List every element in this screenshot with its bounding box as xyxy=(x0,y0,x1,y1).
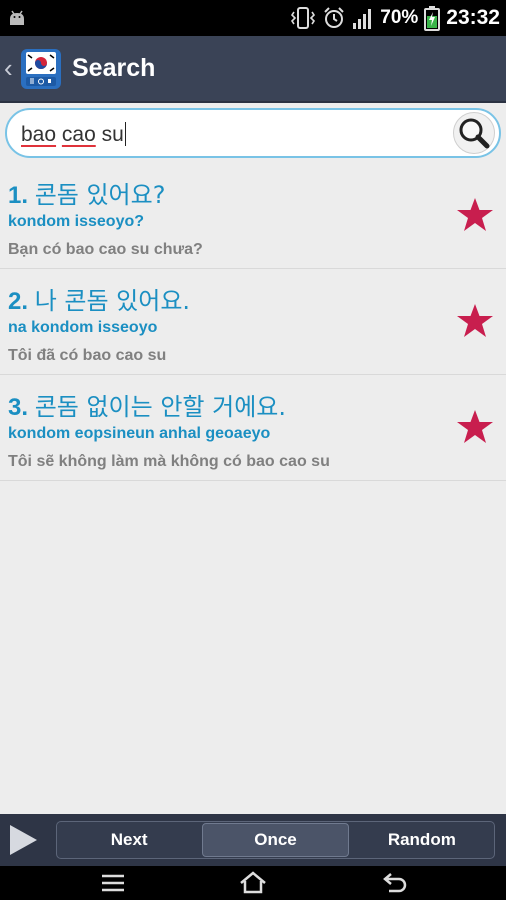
mode-random-button[interactable]: Random xyxy=(350,822,494,858)
favorite-star-icon[interactable] xyxy=(456,197,494,233)
app-flag-icon[interactable] xyxy=(18,46,64,92)
battery-percent: 70% xyxy=(380,7,419,28)
list-item[interactable]: 3. 콘돔 없이는 안할 거에요. kondom eopsineun anhal… xyxy=(0,375,506,481)
home-icon[interactable] xyxy=(238,870,268,896)
korean-text: 콘돔 있어요? xyxy=(34,181,166,209)
list-item[interactable]: 2. 나 콘돔 있어요. na kondom isseoyo Tôi đã có… xyxy=(0,269,506,375)
search-button[interactable] xyxy=(453,112,495,154)
phrase-translation: Bạn có bao cao su chưa? xyxy=(8,241,203,258)
phrase-number: 3. xyxy=(8,394,29,421)
menu-icon[interactable] xyxy=(98,870,128,896)
back-chevron-icon[interactable]: ‹ xyxy=(4,53,16,84)
phrase-korean: 1. 콘돔 있어요? xyxy=(8,175,165,210)
phrase-number: 2. xyxy=(8,288,29,315)
battery-charging-icon xyxy=(424,6,441,31)
android-debug-icon xyxy=(10,10,24,25)
list-item[interactable]: 1. 콘돔 있어요? kondom isseoyo? Bạn có bao ca… xyxy=(0,163,506,269)
phrase-korean: 3. 콘돔 없이는 안할 거에요. xyxy=(8,387,286,422)
favorite-star-icon[interactable] xyxy=(456,409,494,445)
search-input[interactable]: bao cao su xyxy=(21,122,126,147)
system-nav-bar xyxy=(0,866,506,900)
alarm-icon xyxy=(324,7,344,28)
phrase-translation: Tôi đã có bao cao su xyxy=(8,347,167,364)
phrase-romanization: na kondom isseoyo xyxy=(8,319,158,336)
phrase-korean: 2. 나 콘돔 있어요. xyxy=(8,281,190,316)
korean-text: 나 콘돔 있어요. xyxy=(34,287,191,315)
page-title: Search xyxy=(72,54,156,82)
text-caret xyxy=(124,122,126,146)
magnifier-icon xyxy=(459,118,490,149)
results-list: 1. 콘돔 있어요? kondom isseoyo? Bạn có bao ca… xyxy=(0,163,506,481)
signal-icon xyxy=(353,9,372,29)
clock: 23:32 xyxy=(446,6,500,29)
mode-once-button[interactable]: Once xyxy=(202,823,349,857)
play-icon[interactable] xyxy=(8,824,38,856)
vibrate-icon xyxy=(291,7,316,29)
query-word: bao xyxy=(21,123,57,146)
playback-mode-selector: Next Once Random xyxy=(56,821,495,859)
phrase-romanization: kondom isseoyo? xyxy=(8,213,145,230)
status-bar: 70% 23:32 xyxy=(0,0,506,36)
status-right: 70% 23:32 xyxy=(290,0,500,36)
playback-bar: Next Once Random xyxy=(0,814,506,866)
favorite-star-icon[interactable] xyxy=(456,303,494,339)
phrase-romanization: kondom eopsineun anhal geoaeyo xyxy=(8,425,271,442)
mode-next-button[interactable]: Next xyxy=(57,822,201,858)
app-bar: ‹ Search xyxy=(0,36,506,103)
query-word: su xyxy=(101,123,124,146)
query-word: cao xyxy=(61,123,96,146)
phrase-number: 1. xyxy=(8,182,29,209)
phrase-translation: Tôi sẽ không làm mà không có bao cao su xyxy=(8,453,330,470)
back-icon[interactable] xyxy=(380,870,410,896)
search-field[interactable]: bao cao su xyxy=(5,108,501,158)
korean-text: 콘돔 없이는 안할 거에요. xyxy=(34,393,287,421)
